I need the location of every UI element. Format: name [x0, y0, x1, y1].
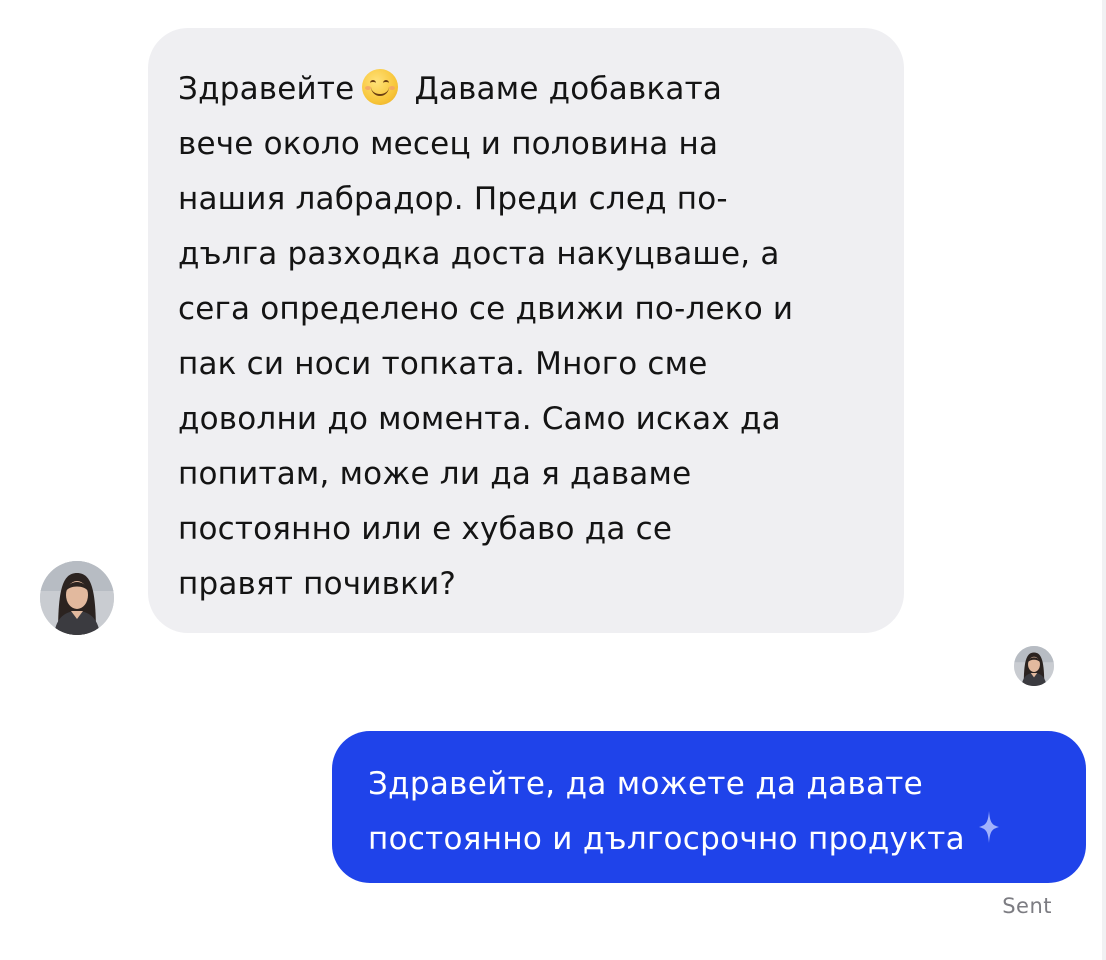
message-line: Здравейте Даваме добавката [178, 62, 884, 117]
message-line: нашия лабрадор. Преди след по- [178, 181, 728, 217]
message-line: правят почивки? [178, 566, 457, 602]
message-text: Даваме добавката [414, 71, 723, 107]
message-line: пак си носи топката. Много сме [178, 346, 708, 382]
scroll-edge [1102, 0, 1106, 960]
message-line: сега определено се движи по-леко и [178, 291, 794, 327]
message-line: попитам, може ли да я даваме [178, 456, 692, 492]
sender-avatar[interactable] [40, 561, 114, 635]
smiling-face-emoji-icon [362, 69, 399, 105]
message-text: Здравейте [178, 71, 355, 107]
message-line: дълга разходка доста накуцваше, а [178, 236, 780, 272]
person-avatar-icon [40, 561, 114, 635]
message-line: доволни до момента. Само исках да [178, 401, 781, 437]
sparkle-icon [979, 811, 999, 843]
read-receipt-avatar [1014, 646, 1054, 686]
message-status: Sent [1002, 894, 1052, 918]
person-avatar-icon [1014, 646, 1054, 686]
message-line: вече около месец и половина на [178, 126, 719, 162]
message-line: постоянно и дългосрочно продукта [368, 821, 965, 857]
incoming-message-bubble[interactable]: Здравейте Даваме добавката вече около ме… [148, 28, 904, 633]
message-line: Здравейте, да можете да давате [368, 766, 924, 802]
message-line: постоянно или е хубаво да се [178, 511, 673, 547]
outgoing-message-bubble[interactable]: Здравейте, да можете да давате постоянно… [332, 731, 1086, 883]
